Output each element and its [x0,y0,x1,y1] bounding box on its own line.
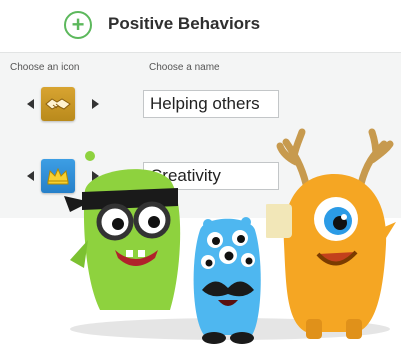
header-bar: + Positive Behaviors [0,0,401,53]
next-icon-arrow[interactable] [92,99,99,109]
handshake-icon [45,98,71,110]
prev-icon-arrow[interactable] [27,171,34,181]
plus-icon: + [71,12,85,37]
orange-monster-illustration [266,128,396,339]
add-behavior-button[interactable]: + [64,11,92,39]
prev-icon-arrow[interactable] [27,99,34,109]
behavior-icon-badge[interactable] [41,87,75,121]
column-header-icon: Choose an icon [10,62,80,73]
green-monster-illustration [64,151,181,310]
behavior-name-input[interactable] [143,90,279,118]
blue-monster-illustration [193,217,261,344]
behavior-row [0,78,401,130]
column-header-name: Choose a name [149,62,220,73]
page-title: Positive Behaviors [108,14,261,33]
